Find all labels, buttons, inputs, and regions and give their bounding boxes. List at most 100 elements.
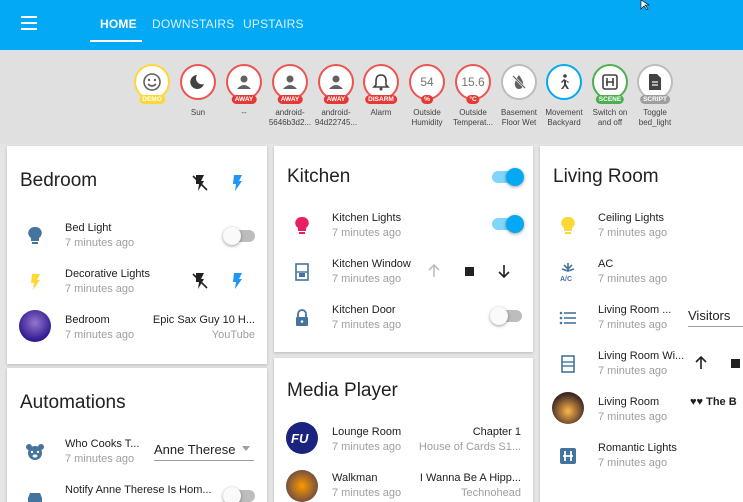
media-avatar xyxy=(552,392,584,424)
badge-basement[interactable]: Basement Floor Wet xyxy=(496,64,542,128)
svg-text:A/C: A/C xyxy=(560,276,572,282)
badge-sun[interactable]: Sun xyxy=(175,64,221,118)
entity-name: Bedroom xyxy=(65,314,110,326)
stop-icon[interactable] xyxy=(731,359,740,368)
badge-label: Sun xyxy=(190,108,206,117)
entity-row[interactable]: Romantic Lights 7 minutes ago xyxy=(540,438,743,478)
entity-row[interactable]: Kitchen Lights 7 minutes ago xyxy=(274,208,533,248)
entity-row[interactable]: Kitchen Window 7 minutes ago xyxy=(274,254,533,294)
entity-time: 7 minutes ago xyxy=(65,329,135,341)
select-value: Visitors xyxy=(688,308,731,323)
kitchen-lights-toggle[interactable] xyxy=(492,215,524,233)
living-room-select[interactable]: Visitors xyxy=(688,308,743,327)
badge-label: android-94d22745... xyxy=(314,108,358,127)
script-icon xyxy=(649,74,661,90)
entity-name: Notify Anne Therese Is Hom... xyxy=(65,484,212,496)
badge-demo[interactable]: DEMO xyxy=(129,64,175,108)
entity-name: AC xyxy=(598,258,614,270)
entity-row[interactable]: Notify Anne Therese Is Hom... xyxy=(7,480,267,502)
flash-icon[interactable] xyxy=(230,174,244,192)
chevron-down-icon xyxy=(242,446,250,451)
automations-card: Automations Who Cooks T... 7 minutes ago… xyxy=(7,368,267,502)
badge-person-3[interactable]: AWAY android-94d22745... xyxy=(313,64,359,128)
entity-time: 7 minutes ago xyxy=(598,411,668,423)
badge-tag: DISARM xyxy=(365,95,397,104)
svg-text:FU: FU xyxy=(291,431,309,446)
entity-name: Romantic Lights xyxy=(598,442,677,454)
badge-tag: SCENE xyxy=(595,95,625,104)
entity-time: 7 minutes ago xyxy=(65,453,135,465)
entity-time: 7 minutes ago xyxy=(598,365,668,377)
entity-row[interactable]: Walkman 7 minutes ago I Wanna Be A Hipp.… xyxy=(274,468,533,502)
media-avatar xyxy=(286,470,318,502)
badge-temperature[interactable]: 15.6 °C Outside Temperat... xyxy=(450,64,496,128)
person-icon xyxy=(329,75,343,89)
badge-tag: DEMO xyxy=(139,95,165,104)
kitchen-group-toggle[interactable] xyxy=(492,168,524,186)
bell-icon xyxy=(372,74,390,91)
entity-row[interactable]: FU Lounge Room 7 minutes ago Chapter 1 H… xyxy=(274,422,533,462)
who-cooks-select[interactable]: Anne Therese xyxy=(154,442,254,461)
entity-row[interactable]: Living Room 7 minutes ago ♥♥ The B xyxy=(540,392,743,432)
flash-icon[interactable] xyxy=(230,272,244,290)
app-toolbar: HOME DOWNSTAIRS UPSTAIRS xyxy=(0,0,743,50)
entity-time: 7 minutes ago xyxy=(332,487,402,499)
badge-movement[interactable]: Movement Backyard xyxy=(541,64,587,128)
entity-row[interactable]: Who Cooks T... 7 minutes ago Anne Theres… xyxy=(7,434,267,474)
bedroom-card: Bedroom Bed Light 7 minutes ago Decorati… xyxy=(7,146,267,364)
flash-off-icon[interactable] xyxy=(192,174,208,192)
menu-icon[interactable] xyxy=(21,16,37,30)
kitchen-card: Kitchen Kitchen Lights 7 minutes ago Kit… xyxy=(274,146,533,352)
entity-name: Kitchen Door xyxy=(332,304,396,316)
flash-off-icon[interactable] xyxy=(192,272,208,290)
badge-bar: DEMO Sun AWAY -- AWAY android-5646b3d2..… xyxy=(0,50,743,144)
notify-toggle[interactable] xyxy=(223,487,255,502)
entity-row[interactable]: Ceiling Lights 7 minutes ago xyxy=(540,208,743,248)
badge-label: Outside Humidity xyxy=(411,108,443,127)
badge-label: Basement Floor Wet xyxy=(500,108,538,127)
badge-tag: AWAY xyxy=(323,95,349,104)
select-value: Anne Therese xyxy=(154,442,236,457)
scene-icon xyxy=(560,448,576,464)
badge-value: 54 xyxy=(420,75,434,89)
entity-name: Lounge Room xyxy=(332,426,402,438)
media-player-card: Media Player FU Lounge Room 7 minutes ag… xyxy=(274,358,533,502)
arrow-up-icon[interactable] xyxy=(695,356,707,370)
badge-person-2[interactable]: AWAY android-5646b3d2... xyxy=(267,64,313,128)
badge-person-1[interactable]: AWAY -- xyxy=(221,64,267,118)
entity-row[interactable]: Decorative Lights 7 minutes ago xyxy=(7,264,267,304)
entity-row[interactable]: Living Room ... 7 minutes ago Visitors xyxy=(540,300,743,340)
entity-row[interactable]: Kitchen Door 7 minutes ago xyxy=(274,300,533,340)
entity-row[interactable]: A/C AC 7 minutes ago xyxy=(540,254,743,294)
entity-time: 7 minutes ago xyxy=(332,273,402,285)
badge-label: android-5646b3d2... xyxy=(268,108,312,127)
arrow-down-icon[interactable] xyxy=(498,264,510,278)
entity-name: Bed Light xyxy=(65,222,112,234)
badge-tag: AWAY xyxy=(277,95,303,104)
active-tab-indicator xyxy=(90,40,142,42)
badge-scene[interactable]: SCENE Switch on and off xyxy=(587,64,633,128)
entity-row[interactable]: Bed Light 7 minutes ago xyxy=(7,218,267,258)
card-title: Media Player xyxy=(287,380,398,401)
media-source: Technohead xyxy=(461,487,521,499)
badge-tag: SCRIPT xyxy=(640,95,670,104)
badge-alarm[interactable]: DISARM Alarm xyxy=(358,64,404,118)
badge-label: Toggle bed_light xyxy=(638,108,672,127)
entity-name: Who Cooks T... xyxy=(65,438,140,450)
entity-name: Walkman xyxy=(332,472,378,484)
stop-icon[interactable] xyxy=(465,267,474,276)
tab-upstairs[interactable]: UPSTAIRS xyxy=(243,17,304,31)
kitchen-door-toggle[interactable] xyxy=(490,307,522,325)
badge-script[interactable]: SCRIPT Toggle bed_light xyxy=(632,64,678,128)
bed-light-toggle[interactable] xyxy=(223,227,255,245)
arrow-up-icon[interactable] xyxy=(428,264,440,278)
entity-time: 7 minutes ago xyxy=(65,283,135,295)
smiley-icon xyxy=(143,73,161,91)
badge-humidity[interactable]: 54 % Outside Humidity xyxy=(404,64,450,128)
tab-home[interactable]: HOME xyxy=(100,17,137,31)
entity-row[interactable]: Living Room Wi... 7 minutes ago xyxy=(540,346,743,386)
person-icon xyxy=(283,75,297,89)
entity-row[interactable]: Bedroom 7 minutes ago Epic Sax Guy 10 H.… xyxy=(7,310,267,350)
card-title: Kitchen xyxy=(287,166,351,187)
tab-downstairs[interactable]: DOWNSTAIRS xyxy=(152,17,234,31)
